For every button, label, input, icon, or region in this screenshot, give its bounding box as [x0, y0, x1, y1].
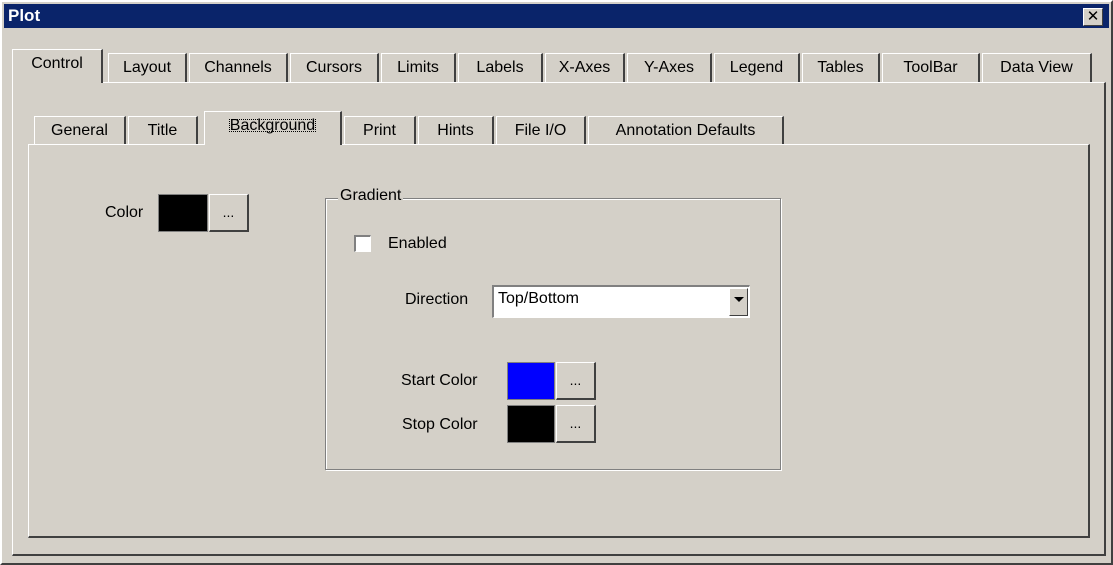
tab-label: Labels: [476, 59, 524, 76]
color-picker-button[interactable]: ...: [209, 194, 249, 232]
tab-control[interactable]: Control: [12, 49, 103, 83]
direction-select[interactable]: Top/Bottom: [492, 285, 750, 318]
tab-label: Print: [363, 122, 396, 139]
stop-color-label: Stop Color: [402, 416, 478, 433]
tab-legend[interactable]: Legend: [714, 53, 800, 83]
tab-limits[interactable]: Limits: [381, 53, 456, 83]
tab-label: Legend: [729, 59, 784, 76]
tab-label: File I/O: [514, 122, 567, 139]
close-icon: ✕: [1086, 8, 1100, 25]
start-color-swatch[interactable]: [507, 362, 555, 400]
tab-y-axes[interactable]: Y-Axes: [627, 53, 712, 83]
tab-label: Annotation Defaults: [615, 122, 756, 139]
ellipsis-label: ...: [569, 415, 582, 431]
direction-label: Direction: [405, 291, 469, 308]
window-title: Plot: [8, 6, 41, 25]
start-color-label: Start Color: [401, 372, 478, 389]
tab-toolbar[interactable]: ToolBar: [882, 53, 980, 83]
tab-label: Hints: [437, 122, 474, 139]
stop-color-swatch[interactable]: [507, 405, 555, 443]
tab-layout[interactable]: Layout: [108, 53, 187, 83]
tab-label: Layout: [122, 59, 172, 76]
tab-label: X-Axes: [558, 59, 611, 76]
tab-cursors[interactable]: Cursors: [290, 53, 379, 83]
tab-channels[interactable]: Channels: [189, 53, 288, 83]
stop-color-picker-button[interactable]: ...: [556, 405, 596, 443]
ellipsis-label: ...: [569, 372, 582, 388]
gradient-group-title: Gradient: [338, 187, 404, 205]
tab-print[interactable]: Print: [344, 116, 416, 146]
title-bar: Plot ✕: [4, 4, 1109, 28]
tab-label: ToolBar: [903, 59, 958, 76]
direction-value: Top/Bottom: [498, 290, 579, 307]
dropdown-button[interactable]: [729, 288, 748, 316]
tab-label: General: [51, 122, 108, 139]
chevron-down-icon: [733, 297, 744, 302]
tab-x-axes[interactable]: X-Axes: [545, 53, 625, 83]
enabled-label: Enabled: [388, 235, 447, 252]
start-color-picker-button[interactable]: ...: [556, 362, 596, 400]
tab-label: Title: [147, 122, 178, 139]
tab-label: Y-Axes: [643, 59, 695, 76]
tab-label: Channels: [204, 59, 272, 76]
tab-label: Background: [227, 117, 318, 134]
enabled-checkbox[interactable]: [354, 235, 371, 252]
color-label: Color: [105, 204, 144, 221]
tab-labels[interactable]: Labels: [458, 53, 543, 83]
color-swatch[interactable]: [158, 194, 208, 232]
plot-dialog: Plot ✕ Control Layout Channels Cursors L…: [0, 0, 1113, 565]
tab-annotation-defaults[interactable]: Annotation Defaults: [588, 116, 784, 146]
ellipsis-label: ...: [222, 204, 235, 220]
tab-label: Limits: [397, 59, 439, 76]
tab-file-io[interactable]: File I/O: [496, 116, 586, 146]
tab-data-view[interactable]: Data View: [982, 53, 1092, 83]
tab-general[interactable]: General: [34, 116, 126, 146]
tab-hints[interactable]: Hints: [418, 116, 494, 146]
tab-label: Data View: [1000, 59, 1073, 76]
tab-tables[interactable]: Tables: [802, 53, 880, 83]
tab-background[interactable]: Background: [204, 111, 342, 145]
close-button[interactable]: ✕: [1083, 8, 1103, 26]
tab-label: Tables: [817, 59, 864, 76]
tab-label: Control: [31, 55, 83, 72]
tab-title[interactable]: Title: [128, 116, 198, 146]
tab-label: Cursors: [305, 59, 362, 76]
